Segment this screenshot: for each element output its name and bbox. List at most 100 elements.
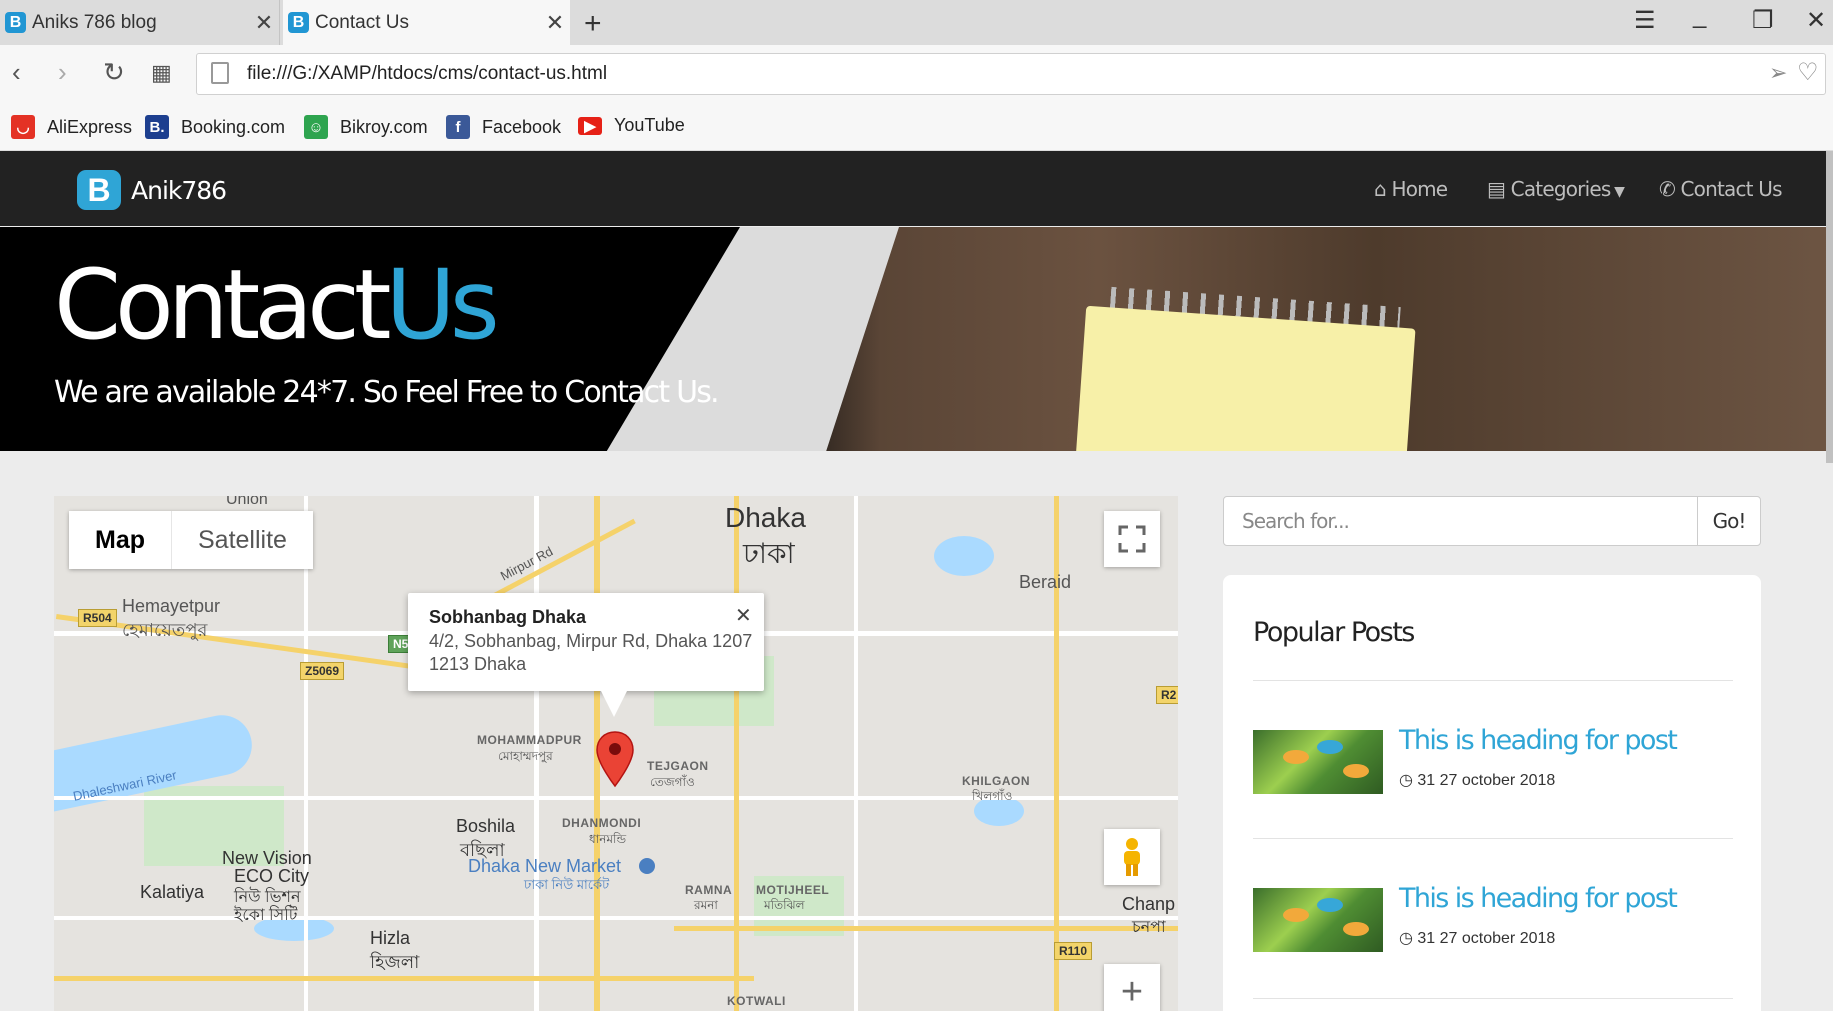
info-window-close-icon[interactable]: ✕ bbox=[735, 603, 752, 628]
browser-tab-active[interactable]: B Contact Us ✕ bbox=[283, 0, 570, 45]
fullscreen-button[interactable] bbox=[1104, 511, 1160, 567]
site-navbar: B Anik786 ⌂ Home ▤ Categories ▼ ✆ Contac… bbox=[0, 151, 1833, 226]
bookmark-label: Booking.com bbox=[181, 116, 286, 137]
phone-icon: ✆ bbox=[1659, 177, 1681, 201]
brand-link[interactable]: B Anik786 bbox=[77, 170, 227, 210]
nav-contact[interactable]: ✆ Contact Us bbox=[1659, 177, 1783, 201]
blogger-favicon-icon: B bbox=[5, 12, 26, 33]
back-icon[interactable]: ‹ bbox=[12, 57, 21, 88]
minimize-icon[interactable]: _ bbox=[1693, 2, 1706, 30]
info-window-address: 1213 Dhaka bbox=[429, 654, 527, 674]
map-label: Beraid bbox=[1019, 572, 1072, 592]
map-road bbox=[854, 496, 858, 1011]
speed-dial-icon[interactable]: ▦ bbox=[151, 60, 172, 86]
map-label: Kalatiya bbox=[140, 882, 205, 902]
post-thumbnail[interactable] bbox=[1253, 888, 1383, 952]
clock-icon: ◷ bbox=[1399, 930, 1418, 947]
map-label: TEJGAON bbox=[647, 759, 709, 773]
map-label: Chanp bbox=[1122, 894, 1176, 914]
map-highway bbox=[492, 518, 636, 599]
hero-title: ContactUs bbox=[54, 249, 500, 361]
restore-icon[interactable]: ❐ bbox=[1752, 6, 1774, 35]
divider bbox=[1253, 680, 1733, 681]
page-scrollbar[interactable] bbox=[1826, 151, 1833, 463]
road-shield: R110 bbox=[1054, 942, 1093, 960]
reload-icon[interactable]: ↻ bbox=[103, 57, 125, 88]
map-label: খিলগাঁও bbox=[972, 789, 1013, 803]
map-label-dhaka-bn: ঢাকা bbox=[743, 538, 795, 569]
booking-icon: B. bbox=[145, 115, 169, 139]
map-label: রমনা bbox=[694, 898, 718, 912]
bookmark-label: Facebook bbox=[482, 116, 562, 137]
info-window-address: 4/2, Sobhanbag, Mirpur Rd, Dhaka 1207 bbox=[429, 631, 753, 651]
hero-banner: ContactUs We are available 24*7. So Feel… bbox=[0, 227, 1833, 451]
map-marker-icon[interactable] bbox=[595, 730, 635, 788]
google-map[interactable]: Union Dhaka ঢাকা Hemayetpur হেমায়েতপুর … bbox=[54, 496, 1178, 1011]
bookmark-youtube[interactable]: ▶ YouTube bbox=[578, 115, 685, 136]
tab-menu-icon[interactable]: ☰ bbox=[1634, 6, 1656, 35]
bookmark-label: Bikroy.com bbox=[340, 116, 428, 137]
bird-shape bbox=[1317, 740, 1343, 754]
map-water bbox=[934, 536, 994, 576]
bookmark-facebook[interactable]: f Facebook bbox=[446, 115, 561, 139]
heart-icon[interactable]: ♡ bbox=[1797, 58, 1819, 87]
road-shield: R2 bbox=[1156, 686, 1178, 704]
post-thumbnail[interactable] bbox=[1253, 730, 1383, 794]
youtube-icon: ▶ bbox=[578, 116, 602, 135]
url-text: file:///G:/XAMP/htdocs/cms/contact-us.ht… bbox=[247, 63, 608, 84]
post-heading-link[interactable]: This is heading for post bbox=[1399, 883, 1678, 914]
popular-post-item[interactable]: This is heading for post ◷ 31 27 october… bbox=[1253, 725, 1733, 800]
map-label: RAMNA bbox=[685, 883, 733, 897]
aliexpress-icon: ◡ bbox=[11, 115, 35, 139]
map-label: হিজলা bbox=[370, 952, 420, 972]
nav-home[interactable]: ⌂ Home bbox=[1374, 177, 1448, 201]
post-heading-link[interactable]: This is heading for post bbox=[1399, 725, 1678, 756]
map-type-map-button[interactable]: Map bbox=[69, 511, 172, 569]
brand-name: Anik786 bbox=[131, 175, 227, 205]
map-label: Dhaka New Market bbox=[468, 856, 622, 876]
fullscreen-icon bbox=[1118, 525, 1146, 553]
popular-post-item[interactable]: This is heading for post ◷ 31 27 october… bbox=[1253, 883, 1733, 958]
post-date: ◷ 31 27 october 2018 bbox=[1399, 928, 1555, 948]
shopping-pin-icon bbox=[639, 858, 655, 874]
search-go-button[interactable]: Go! bbox=[1697, 496, 1761, 546]
road-shield: Z5069 bbox=[300, 662, 345, 680]
address-toolbar: ‹ › ↻ ▦ file:///G:/XAMP/htdocs/cms/conta… bbox=[0, 45, 1833, 105]
map-label: হেমায়েতপুর bbox=[122, 620, 208, 640]
map-road bbox=[54, 916, 1178, 920]
map-label: মোহাম্মদপুর bbox=[498, 749, 553, 763]
caret-down-icon: ▼ bbox=[1610, 184, 1625, 200]
browser-tab[interactable]: B Aniks 786 blog ✕ bbox=[0, 0, 280, 45]
sidebar-search-input[interactable]: Search for... bbox=[1223, 496, 1698, 546]
blogger-logo-icon: B bbox=[77, 170, 121, 210]
forward-icon[interactable]: › bbox=[58, 57, 67, 88]
map-label: DHANMONDI bbox=[562, 816, 642, 830]
bookmark-booking[interactable]: B. Booking.com bbox=[145, 115, 285, 139]
facebook-icon: f bbox=[446, 115, 470, 139]
map-label: Hizla bbox=[370, 928, 411, 948]
close-tab-icon[interactable]: ✕ bbox=[249, 10, 279, 36]
url-field[interactable]: file:///G:/XAMP/htdocs/cms/contact-us.ht… bbox=[196, 53, 1826, 95]
bird-shape bbox=[1343, 922, 1369, 936]
tab-title: Contact Us bbox=[315, 11, 409, 33]
map-label: MOHAMMADPUR bbox=[477, 733, 582, 747]
map-highway bbox=[734, 496, 739, 1011]
nav-categories[interactable]: ▤ Categories ▼ bbox=[1487, 177, 1625, 201]
browser-tab-bar: B Aniks 786 blog ✕ B Contact Us ✕ + ☰ _ … bbox=[0, 0, 1833, 45]
popular-posts-panel: Popular Posts This is heading for post ◷… bbox=[1223, 575, 1761, 1011]
map-label: KHILGAON bbox=[962, 774, 1030, 788]
close-window-icon[interactable]: ✕ bbox=[1806, 6, 1826, 35]
map-type-satellite-button[interactable]: Satellite bbox=[172, 511, 313, 569]
divider bbox=[1253, 998, 1733, 999]
bookmark-bikroy[interactable]: ☺ Bikroy.com bbox=[304, 115, 428, 139]
street-view-pegman-button[interactable] bbox=[1104, 829, 1160, 885]
map-info-window: Sobhanbag Dhaka 4/2, Sobhanbag, Mirpur R… bbox=[408, 593, 764, 717]
map-label: Hemayetpur bbox=[122, 596, 221, 616]
zoom-in-button[interactable]: + bbox=[1104, 964, 1160, 1011]
notepad-image bbox=[1074, 305, 1416, 451]
send-icon[interactable]: ➢ bbox=[1769, 60, 1787, 86]
close-tab-icon[interactable]: ✕ bbox=[540, 10, 570, 36]
new-tab-icon[interactable]: + bbox=[584, 7, 602, 41]
bookmark-aliexpress[interactable]: ◡ AliExpress bbox=[11, 115, 132, 139]
post-date: ◷ 31 27 october 2018 bbox=[1399, 770, 1555, 790]
